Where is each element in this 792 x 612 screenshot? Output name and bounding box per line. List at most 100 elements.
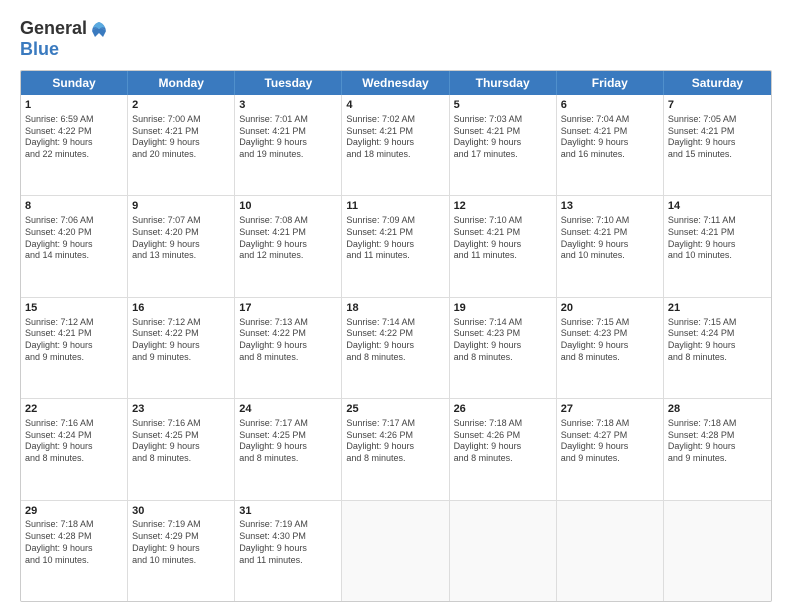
cell-info: Sunrise: 7:01 AMSunset: 4:21 PMDaylight:… <box>239 114 337 161</box>
cell-info: Sunrise: 7:15 AMSunset: 4:23 PMDaylight:… <box>561 317 659 364</box>
day-number: 29 <box>25 504 123 519</box>
day-number: 3 <box>239 98 337 113</box>
day-number: 28 <box>668 402 767 417</box>
day-number: 10 <box>239 199 337 214</box>
day-number: 12 <box>454 199 552 214</box>
cal-cell: 27Sunrise: 7:18 AMSunset: 4:27 PMDayligh… <box>557 399 664 499</box>
cal-cell: 26Sunrise: 7:18 AMSunset: 4:26 PMDayligh… <box>450 399 557 499</box>
day-number: 6 <box>561 98 659 113</box>
cell-info: Sunrise: 7:12 AMSunset: 4:22 PMDaylight:… <box>132 317 230 364</box>
page: General Blue SundayMondayTuesdayWednesda… <box>0 0 792 612</box>
cal-cell: 13Sunrise: 7:10 AMSunset: 4:21 PMDayligh… <box>557 196 664 296</box>
cal-cell: 16Sunrise: 7:12 AMSunset: 4:22 PMDayligh… <box>128 298 235 398</box>
cell-info: Sunrise: 7:16 AMSunset: 4:25 PMDaylight:… <box>132 418 230 465</box>
cal-cell: 19Sunrise: 7:14 AMSunset: 4:23 PMDayligh… <box>450 298 557 398</box>
cal-cell: 29Sunrise: 7:18 AMSunset: 4:28 PMDayligh… <box>21 501 128 601</box>
calendar-row-3: 22Sunrise: 7:16 AMSunset: 4:24 PMDayligh… <box>21 399 771 500</box>
header: General Blue <box>20 18 772 60</box>
cell-info: Sunrise: 7:11 AMSunset: 4:21 PMDaylight:… <box>668 215 767 262</box>
day-number: 26 <box>454 402 552 417</box>
day-number: 14 <box>668 199 767 214</box>
day-number: 7 <box>668 98 767 113</box>
cell-info: Sunrise: 7:03 AMSunset: 4:21 PMDaylight:… <box>454 114 552 161</box>
day-number: 11 <box>346 199 444 214</box>
cal-cell: 10Sunrise: 7:08 AMSunset: 4:21 PMDayligh… <box>235 196 342 296</box>
cell-info: Sunrise: 7:02 AMSunset: 4:21 PMDaylight:… <box>346 114 444 161</box>
day-number: 5 <box>454 98 552 113</box>
cal-cell: 6Sunrise: 7:04 AMSunset: 4:21 PMDaylight… <box>557 95 664 195</box>
cal-cell: 9Sunrise: 7:07 AMSunset: 4:20 PMDaylight… <box>128 196 235 296</box>
calendar-header: SundayMondayTuesdayWednesdayThursdayFrid… <box>21 71 771 95</box>
cell-info: Sunrise: 7:08 AMSunset: 4:21 PMDaylight:… <box>239 215 337 262</box>
cal-cell <box>342 501 449 601</box>
cell-info: Sunrise: 7:09 AMSunset: 4:21 PMDaylight:… <box>346 215 444 262</box>
header-day-sunday: Sunday <box>21 71 128 95</box>
day-number: 17 <box>239 301 337 316</box>
cal-cell: 7Sunrise: 7:05 AMSunset: 4:21 PMDaylight… <box>664 95 771 195</box>
cal-cell: 11Sunrise: 7:09 AMSunset: 4:21 PMDayligh… <box>342 196 449 296</box>
day-number: 27 <box>561 402 659 417</box>
day-number: 23 <box>132 402 230 417</box>
cal-cell: 5Sunrise: 7:03 AMSunset: 4:21 PMDaylight… <box>450 95 557 195</box>
cell-info: Sunrise: 7:04 AMSunset: 4:21 PMDaylight:… <box>561 114 659 161</box>
calendar-row-0: 1Sunrise: 6:59 AMSunset: 4:22 PMDaylight… <box>21 95 771 196</box>
cal-cell: 18Sunrise: 7:14 AMSunset: 4:22 PMDayligh… <box>342 298 449 398</box>
cal-cell: 20Sunrise: 7:15 AMSunset: 4:23 PMDayligh… <box>557 298 664 398</box>
cal-cell: 4Sunrise: 7:02 AMSunset: 4:21 PMDaylight… <box>342 95 449 195</box>
cal-cell <box>557 501 664 601</box>
cal-cell: 2Sunrise: 7:00 AMSunset: 4:21 PMDaylight… <box>128 95 235 195</box>
cal-cell: 28Sunrise: 7:18 AMSunset: 4:28 PMDayligh… <box>664 399 771 499</box>
cell-info: Sunrise: 7:18 AMSunset: 4:26 PMDaylight:… <box>454 418 552 465</box>
cal-cell: 31Sunrise: 7:19 AMSunset: 4:30 PMDayligh… <box>235 501 342 601</box>
logo: General Blue <box>20 18 109 60</box>
cal-cell: 30Sunrise: 7:19 AMSunset: 4:29 PMDayligh… <box>128 501 235 601</box>
cal-cell: 22Sunrise: 7:16 AMSunset: 4:24 PMDayligh… <box>21 399 128 499</box>
cell-info: Sunrise: 7:13 AMSunset: 4:22 PMDaylight:… <box>239 317 337 364</box>
cell-info: Sunrise: 7:17 AMSunset: 4:25 PMDaylight:… <box>239 418 337 465</box>
cell-info: Sunrise: 7:07 AMSunset: 4:20 PMDaylight:… <box>132 215 230 262</box>
cal-cell: 1Sunrise: 6:59 AMSunset: 4:22 PMDaylight… <box>21 95 128 195</box>
day-number: 9 <box>132 199 230 214</box>
calendar-row-2: 15Sunrise: 7:12 AMSunset: 4:21 PMDayligh… <box>21 298 771 399</box>
day-number: 8 <box>25 199 123 214</box>
day-number: 15 <box>25 301 123 316</box>
cell-info: Sunrise: 7:06 AMSunset: 4:20 PMDaylight:… <box>25 215 123 262</box>
cal-cell: 23Sunrise: 7:16 AMSunset: 4:25 PMDayligh… <box>128 399 235 499</box>
cal-cell: 8Sunrise: 7:06 AMSunset: 4:20 PMDaylight… <box>21 196 128 296</box>
cell-info: Sunrise: 7:05 AMSunset: 4:21 PMDaylight:… <box>668 114 767 161</box>
day-number: 1 <box>25 98 123 113</box>
day-number: 19 <box>454 301 552 316</box>
cal-cell: 24Sunrise: 7:17 AMSunset: 4:25 PMDayligh… <box>235 399 342 499</box>
cal-cell: 12Sunrise: 7:10 AMSunset: 4:21 PMDayligh… <box>450 196 557 296</box>
day-number: 24 <box>239 402 337 417</box>
cal-cell <box>450 501 557 601</box>
day-number: 18 <box>346 301 444 316</box>
header-day-monday: Monday <box>128 71 235 95</box>
cal-cell <box>664 501 771 601</box>
logo-general-text: General <box>20 18 87 39</box>
day-number: 25 <box>346 402 444 417</box>
day-number: 16 <box>132 301 230 316</box>
cell-info: Sunrise: 7:18 AMSunset: 4:28 PMDaylight:… <box>25 519 123 566</box>
cal-cell: 17Sunrise: 7:13 AMSunset: 4:22 PMDayligh… <box>235 298 342 398</box>
calendar-body: 1Sunrise: 6:59 AMSunset: 4:22 PMDaylight… <box>21 95 771 601</box>
header-day-thursday: Thursday <box>450 71 557 95</box>
cell-info: Sunrise: 7:15 AMSunset: 4:24 PMDaylight:… <box>668 317 767 364</box>
day-number: 2 <box>132 98 230 113</box>
cal-cell: 21Sunrise: 7:15 AMSunset: 4:24 PMDayligh… <box>664 298 771 398</box>
cell-info: Sunrise: 7:16 AMSunset: 4:24 PMDaylight:… <box>25 418 123 465</box>
header-day-tuesday: Tuesday <box>235 71 342 95</box>
header-day-friday: Friday <box>557 71 664 95</box>
cal-cell: 14Sunrise: 7:11 AMSunset: 4:21 PMDayligh… <box>664 196 771 296</box>
logo-bird-icon <box>89 19 109 39</box>
cell-info: Sunrise: 7:14 AMSunset: 4:23 PMDaylight:… <box>454 317 552 364</box>
day-number: 21 <box>668 301 767 316</box>
cell-info: Sunrise: 7:10 AMSunset: 4:21 PMDaylight:… <box>454 215 552 262</box>
cal-cell: 15Sunrise: 7:12 AMSunset: 4:21 PMDayligh… <box>21 298 128 398</box>
cell-info: Sunrise: 7:19 AMSunset: 4:29 PMDaylight:… <box>132 519 230 566</box>
cell-info: Sunrise: 6:59 AMSunset: 4:22 PMDaylight:… <box>25 114 123 161</box>
cell-info: Sunrise: 7:17 AMSunset: 4:26 PMDaylight:… <box>346 418 444 465</box>
header-day-saturday: Saturday <box>664 71 771 95</box>
cell-info: Sunrise: 7:12 AMSunset: 4:21 PMDaylight:… <box>25 317 123 364</box>
cell-info: Sunrise: 7:14 AMSunset: 4:22 PMDaylight:… <box>346 317 444 364</box>
